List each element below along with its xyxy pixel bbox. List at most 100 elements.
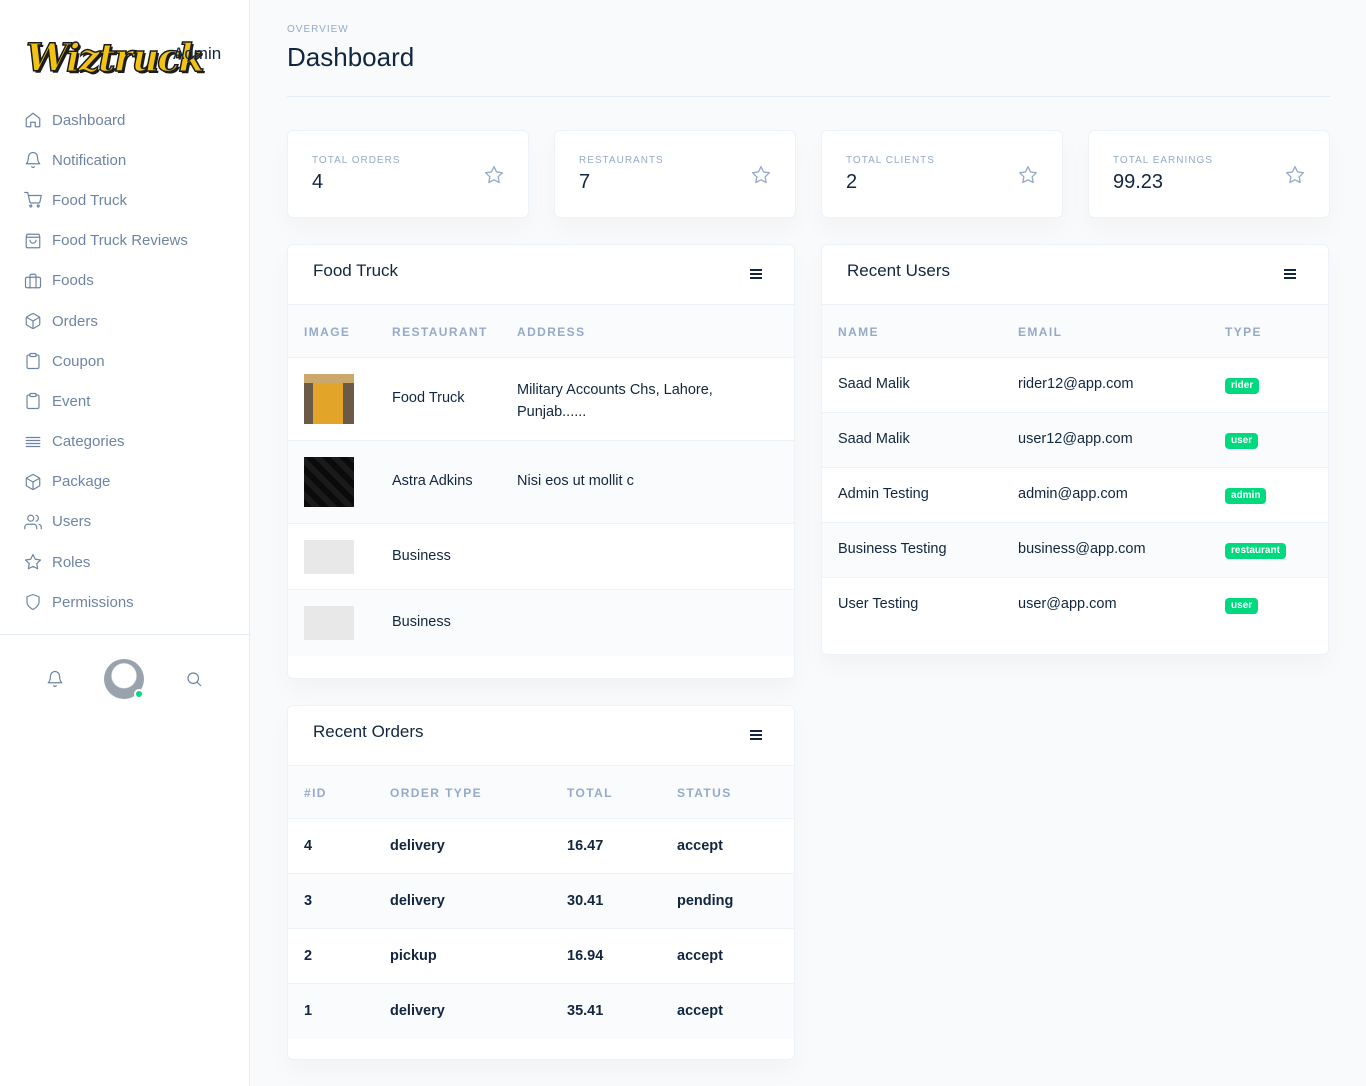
user-name: Admin Testing [838,486,929,502]
order-status: accept [677,948,723,964]
column-header-id[interactable]: #ID [304,786,327,800]
table-row[interactable]: Business [288,590,794,656]
table-row[interactable]: 3 delivery 30.41 pending [288,874,794,929]
table-row[interactable]: Food Truck Military Accounts Chs, Lahore… [288,358,794,441]
table-row[interactable]: Business [288,524,794,590]
sidebar-item-foods[interactable]: Foods [0,261,249,301]
column-header-image[interactable]: IMAGE [304,325,350,339]
recent-users-panel: Recent Users NAME EMAIL TYPE Saad Malik … [821,244,1329,655]
menu-icon[interactable] [1284,269,1296,279]
stat-card-total-clients: TOTAL CLIENTS 2 [821,130,1063,218]
sidebar-item-food-truck[interactable]: Food Truck [0,180,249,220]
sidebar-footer [0,656,249,702]
order-id: 2 [304,948,313,964]
restaurant-address: Military Accounts Chs, Lahore, Punjab...… [517,379,713,423]
food-truck-thumbnail [304,457,354,507]
sidebar-item-event[interactable]: Event [0,381,249,421]
table-row[interactable]: User Testing user@app.com user [822,578,1328,633]
stat-value: 2 [846,171,858,193]
address-line: Punjab...... [517,404,587,420]
clipboard-icon [26,393,40,410]
image-placeholder [304,540,354,574]
table-row[interactable]: Saad Malik rider12@app.com rider [822,358,1328,413]
sidebar-item-notification[interactable]: Notification [0,140,249,180]
table-row[interactable]: Admin Testing admin@app.com admin [822,468,1328,523]
user-email: rider12@app.com [1018,376,1134,392]
stat-card-total-earnings: TOTAL EARNINGS 99.23 [1088,130,1330,218]
sidebar-item-users[interactable]: Users [0,502,249,542]
stat-label: TOTAL ORDERS [312,155,401,166]
list-icon [25,436,41,447]
sidebar-item-label: Roles [52,553,91,571]
table-row[interactable]: 1 delivery 35.41 accept [288,984,794,1039]
food-truck-thumbnail [304,374,354,424]
table-header: IMAGE RESTAURANT ADDRESS [288,305,794,358]
menu-icon[interactable] [750,269,762,279]
order-total: 35.41 [567,1003,604,1019]
column-header-type[interactable]: TYPE [1225,325,1262,339]
order-total: 30.41 [567,893,604,909]
restaurant-name: Food Truck [392,390,465,406]
order-total: 16.47 [567,838,604,854]
column-header-name[interactable]: NAME [838,325,879,339]
user-type-badge: restaurant [1225,543,1286,559]
stat-card-total-orders: TOTAL ORDERS 4 [287,130,529,218]
panel-header: Food Truck [288,245,794,305]
panel-title: Food Truck [313,261,399,280]
sidebar-item-food-truck-reviews[interactable]: Food Truck Reviews [0,221,249,261]
search-icon[interactable] [185,670,203,688]
stat-card-restaurants: RESTAURANTS 7 [554,130,796,218]
sidebar-divider [0,634,249,635]
table-header: NAME EMAIL TYPE [822,305,1328,358]
order-status: accept [677,838,723,854]
column-header-order-type[interactable]: ORDER TYPE [390,786,482,800]
user-email: business@app.com [1018,541,1146,557]
table-row[interactable]: 2 pickup 16.94 accept [288,929,794,984]
panel-header: Recent Users [822,245,1328,305]
column-header-restaurant[interactable]: RESTAURANT [392,325,488,339]
user-avatar[interactable] [104,659,144,699]
sidebar-item-label: Users [52,513,92,531]
column-header-email[interactable]: EMAIL [1018,325,1062,339]
table-row[interactable]: Saad Malik user12@app.com user [822,413,1328,468]
user-email: admin@app.com [1018,486,1128,502]
notification-bell-icon[interactable] [46,670,64,688]
order-id: 3 [304,893,313,909]
sidebar-item-dashboard[interactable]: Dashboard [0,100,249,140]
image-placeholder [304,606,354,640]
sidebar-item-permissions[interactable]: Permissions [0,582,249,622]
online-status-dot [134,689,144,699]
sidebar-nav: Dashboard Notification Food Truck Food T… [0,100,249,622]
stat-value: 99.23 [1113,171,1164,193]
user-type-badge: user [1225,598,1259,614]
shield-icon [26,594,40,611]
column-header-address[interactable]: ADDRESS [517,325,585,339]
panel-header: Recent Orders [288,706,794,766]
star-icon [484,165,504,185]
sidebar-item-package[interactable]: Package [0,462,249,502]
table-row[interactable]: 4 delivery 16.47 accept [288,819,794,874]
column-header-status[interactable]: STATUS [677,786,732,800]
user-name: User Testing [838,596,919,612]
order-total: 16.94 [567,948,604,964]
brand-logo[interactable]: Wiztruck Admin [25,30,221,82]
user-name: Business Testing [838,541,947,557]
sidebar-item-orders[interactable]: Orders [0,301,249,341]
shopping-bag-icon [25,233,41,249]
sidebar-item-label: Event [52,392,91,410]
table-row[interactable]: Astra Adkins Nisi eos ut mollit c [288,441,794,524]
star-icon [1285,165,1305,185]
sidebar-item-categories[interactable]: Categories [0,422,249,462]
order-type: delivery [390,893,445,909]
sidebar-item-coupon[interactable]: Coupon [0,341,249,381]
table-row[interactable]: Business Testing business@app.com restau… [822,523,1328,578]
sidebar-item-label: Foods [52,272,94,290]
home-icon [25,112,41,128]
column-header-total[interactable]: TOTAL [567,786,613,800]
page-title: Dashboard [287,42,415,72]
sidebar-item-roles[interactable]: Roles [0,542,249,582]
sidebar: Wiztruck Admin Dashboard Notification Fo… [0,0,250,1086]
menu-icon[interactable] [750,730,762,740]
star-icon [751,165,771,185]
table-header: #ID ORDER TYPE TOTAL STATUS [288,766,794,819]
